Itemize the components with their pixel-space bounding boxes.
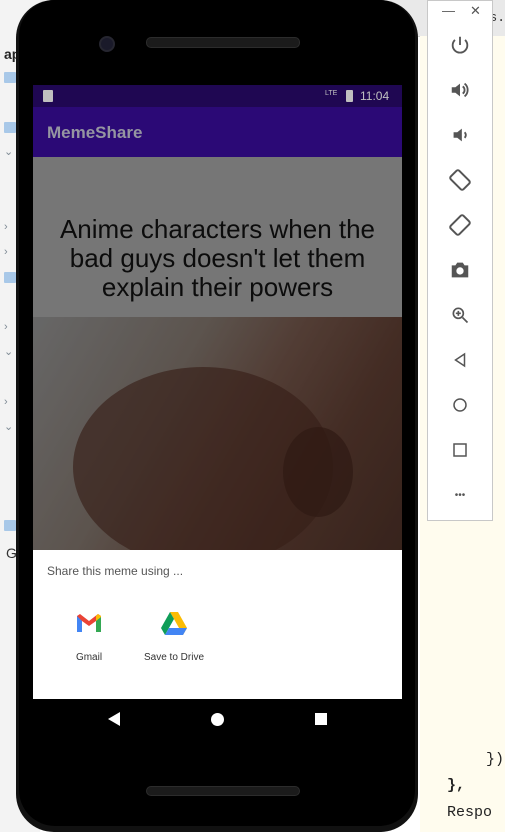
close-button[interactable]: ✕	[470, 3, 481, 19]
share-sheet-title: Share this meme using ...	[47, 564, 184, 578]
phone-screen: LTE 11:04 MemeShare Anime characters whe…	[33, 85, 402, 699]
earpiece-speaker	[146, 37, 300, 48]
share-target-drive[interactable]: Save to Drive	[131, 608, 217, 663]
zoom-icon[interactable]	[446, 301, 474, 329]
chevron-right-icon[interactable]: ›	[4, 247, 16, 258]
volume-up-icon[interactable]	[446, 76, 474, 104]
volume-down-icon[interactable]	[446, 121, 474, 149]
home-icon[interactable]	[211, 713, 224, 726]
chevron-right-icon[interactable]: ›	[4, 322, 16, 333]
folder-icon[interactable]	[4, 272, 16, 283]
chevron-right-icon[interactable]: ›	[4, 222, 16, 233]
more-icon[interactable]: •••	[446, 481, 474, 509]
drive-icon	[159, 608, 189, 638]
home-icon[interactable]	[446, 391, 474, 419]
camera-icon[interactable]	[446, 256, 474, 284]
front-camera-icon	[99, 36, 115, 52]
share-sheet-scrim[interactable]	[33, 85, 402, 550]
share-target-label: Gmail	[75, 652, 103, 663]
share-sheet: Share this meme using ... Gmail Save to …	[33, 550, 402, 699]
chevron-down-icon[interactable]: ⌄	[4, 147, 16, 158]
power-icon[interactable]	[446, 31, 474, 59]
code-line: },	[447, 777, 466, 794]
emulator-toolbar: — ✕ •••	[427, 0, 493, 521]
folder-icon[interactable]	[4, 122, 16, 133]
minimize-button[interactable]: —	[442, 3, 455, 18]
back-icon[interactable]	[108, 712, 120, 726]
overview-icon[interactable]	[446, 436, 474, 464]
chevron-down-icon[interactable]: ⌄	[4, 347, 16, 358]
share-target-label: Save to Drive	[143, 652, 205, 663]
back-icon[interactable]	[446, 346, 474, 374]
chevron-down-icon[interactable]: ⌄	[4, 422, 16, 433]
code-line: Respo	[447, 804, 493, 821]
navigation-bar	[33, 699, 402, 741]
folder-icon[interactable]	[4, 72, 16, 83]
share-target-gmail[interactable]: Gmail	[46, 608, 132, 663]
bottom-speaker	[146, 786, 300, 796]
code-line: })	[486, 751, 505, 768]
rotate-left-icon[interactable]	[446, 166, 474, 194]
gmail-icon	[74, 608, 104, 638]
overview-icon[interactable]	[315, 713, 327, 725]
rotate-right-icon[interactable]	[446, 211, 474, 239]
folder-icon[interactable]	[4, 520, 16, 531]
chevron-right-icon[interactable]: ›	[4, 397, 16, 408]
